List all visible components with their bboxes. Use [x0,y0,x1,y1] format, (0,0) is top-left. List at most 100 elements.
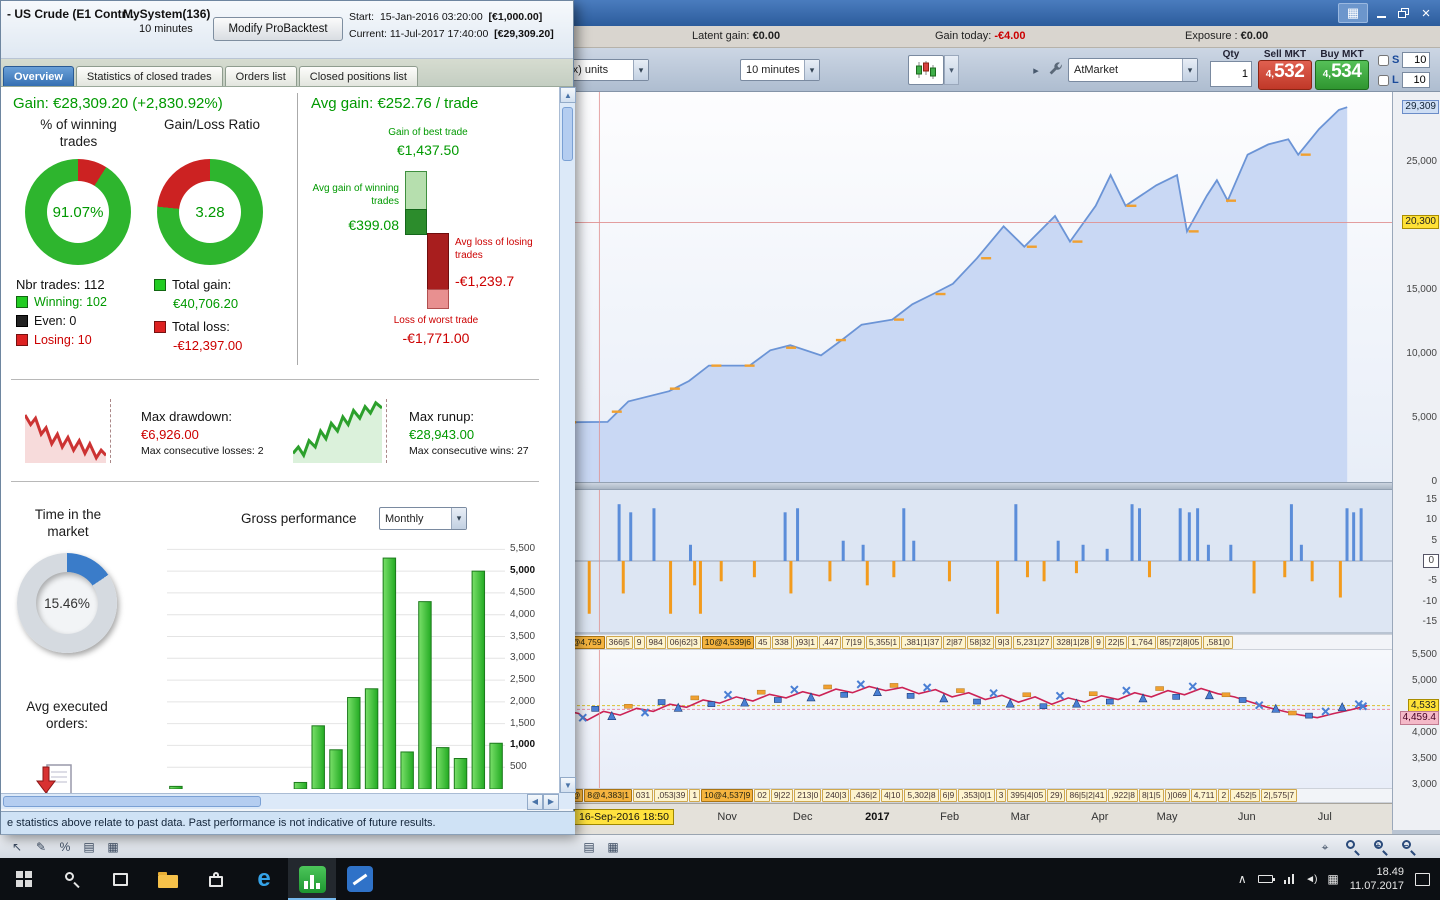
tab-statistics[interactable]: Statistics of closed trades [75,66,223,86]
horizontal-scrollbar[interactable]: ◀ ▶ [1,793,559,810]
tray-overflow-button[interactable]: ∧ [1238,872,1247,886]
timeframe-dropdown[interactable]: 10 minutes ▾ [740,59,820,81]
battery-icon[interactable] [1257,875,1275,883]
total-gain-row: Total gain: [154,277,231,292]
trade-bar [1345,508,1349,561]
panel-divider[interactable] [562,482,1392,490]
trade-bar [1105,548,1109,561]
trading-app-button[interactable] [288,858,336,900]
units-dropdown[interactable]: (x) units ▾ [563,59,649,81]
vertical-scrollbar[interactable]: ▲ ▼ [559,87,576,793]
keyboard-tray-icon[interactable]: ▦ [1327,872,1338,886]
pinned-app-button[interactable] [336,858,384,900]
sell-price: 532 [1274,61,1305,82]
action-center-button[interactable] [1415,872,1430,886]
sheet-icon: ▤ [83,840,95,854]
modify-probacktest-button[interactable]: Modify ProBacktest [213,17,343,41]
order-annotation: 5,355|1 [865,635,901,649]
search-icon [64,871,80,889]
trade-bar [1081,544,1085,561]
buy-market-button[interactable]: 4, 534 [1315,60,1369,90]
tab-overview[interactable]: Overview [3,66,74,86]
store-button[interactable] [192,858,240,900]
taskbar-date: 11.07.2017 [1349,880,1404,892]
draw-tool-button[interactable]: ✎ [30,838,52,856]
scroll-up-button[interactable]: ▲ [560,87,576,103]
taskbar-clock[interactable]: 18.49 11.07.2017 [1350,865,1404,894]
expander-icon: ▸ [1033,64,1039,77]
month-bar [382,557,397,789]
taskbar-search-button[interactable] [48,858,96,900]
axis-tick: 5 [1431,534,1437,546]
chart-type-arrow-button[interactable]: ▾ [944,55,959,85]
edge-button[interactable]: e [240,858,288,900]
pending-order-mark [1226,199,1236,202]
price-panel[interactable] [562,650,1392,788]
time-axis-label: Apr [1091,811,1109,823]
trade-bar [865,561,869,586]
grid-icon: ▦ [607,840,619,854]
divider [297,93,298,365]
zoom-out-button[interactable]: − [1398,838,1420,856]
task-view-button[interactable] [96,858,144,900]
total-loss-row: Total loss: [154,319,230,334]
order-annotation: 2|,575|7 [1260,789,1298,802]
trade-bar [669,561,673,614]
file-explorer-button[interactable] [144,858,192,900]
tab-orders-list[interactable]: Orders list [224,66,297,86]
trade-bar [892,561,896,578]
period-dropdown[interactable]: Monthly ▾ [379,507,467,530]
total-gain-value: €40,706.20 [173,296,239,311]
scroll-left-button[interactable]: ◀ [527,793,543,810]
scroll-right-button[interactable]: ▶ [543,793,559,810]
grid-tool-button[interactable]: ▦ [102,838,124,856]
snapshot-tool-button[interactable]: ▦ [602,838,624,856]
gross-performance-label: Gross performance [241,511,357,526]
equity-curve-panel[interactable] [562,92,1392,482]
exposure: Exposure : €0.00 [1185,30,1269,42]
chart-type-button[interactable] [908,55,944,85]
system-tray: ∧ ◄) ▦ 18.49 11.07.2017 [1238,858,1440,900]
crosshair-button[interactable]: ⌖ [1314,838,1336,856]
stop-checkbox[interactable] [1378,54,1389,66]
list-tool-button[interactable]: ▤ [78,838,100,856]
close-button[interactable]: × [1414,3,1438,23]
zoom-in-button[interactable]: + [1370,838,1392,856]
order-annotation: 2|87 [943,635,966,649]
axis-tick: 10 [1425,514,1437,526]
stop-qty-input[interactable] [1402,52,1431,68]
limit-qty-input[interactable] [1401,72,1430,88]
start-button[interactable] [0,858,48,900]
panel-tool-button[interactable]: ▤ [578,838,600,856]
volume-icon[interactable]: ◄) [1305,874,1317,885]
tab-closed-positions[interactable]: Closed positions list [298,66,418,86]
virtual-keyboard-button[interactable]: ▦ [1338,3,1368,23]
sell-market-button[interactable]: 4, 532 [1258,60,1312,90]
minimize-button[interactable] [1370,3,1392,23]
arrow-up-icon: ▲ [564,90,572,100]
scroll-down-button[interactable]: ▼ [560,777,576,793]
settings-wrench-button[interactable] [1044,56,1066,82]
minimize-icon [1376,15,1386,18]
chevron-down-icon: ▾ [1182,59,1197,81]
limit-checkbox[interactable] [1378,74,1389,86]
percent-tool-button[interactable]: % [54,838,76,856]
order-annotation: 1 [689,789,701,802]
trade-histogram-panel[interactable] [562,490,1392,632]
order-type-dropdown[interactable]: AtMarket ▾ [1068,58,1198,82]
network-icon[interactable] [1283,874,1295,884]
pointer-tool-button[interactable]: ↖ [6,838,28,856]
trade-bar [1310,561,1314,582]
restore-button[interactable] [1392,3,1414,23]
axis-tick: 3,500 [510,630,536,642]
equity-area [562,107,1348,482]
vertical-scroll-thumb[interactable] [562,107,573,161]
zoom-select-button[interactable] [1342,838,1364,856]
qty-input[interactable] [1210,61,1252,87]
horizontal-scroll-thumb[interactable] [3,796,261,807]
expander-button[interactable]: ▸ [1030,62,1042,78]
order-annotation: )|069 [1164,789,1190,802]
time-axis[interactable]: 16-Sep-2016 18:50 Nov Dec 2017 Feb Mar Apr May… [562,803,1392,834]
time-axis-label: Mar [1010,811,1030,823]
axis-tick: 5,000 [1411,675,1437,687]
